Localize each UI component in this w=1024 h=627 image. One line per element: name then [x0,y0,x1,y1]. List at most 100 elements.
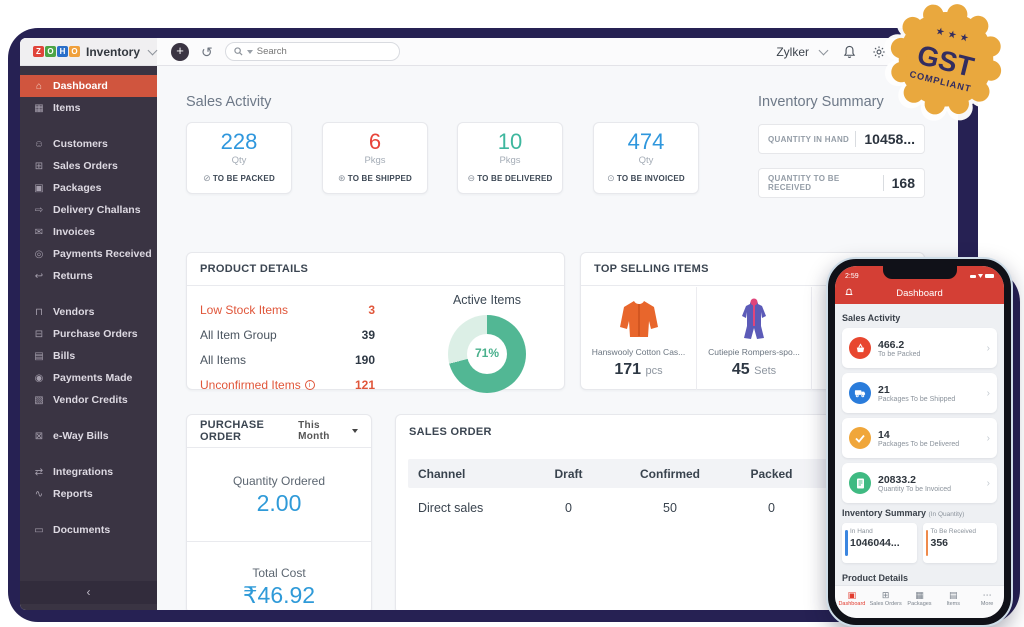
all-items-row[interactable]: All Items190 [200,347,375,372]
sidebar-item-reports[interactable]: ∿Reports [20,483,157,505]
dashboard-tab-icon: ▣ [835,590,869,600]
sidebar-item-purchase-orders[interactable]: ⊟Purchase Orders [20,323,157,345]
donut-percent-label: 71% [448,346,526,360]
gst-compliant-badge: ★ ★ ★ GST COMPLIANT [878,0,1014,126]
top-selling-item[interactable]: Cutiepie Rompers-spo... 45 Sets [696,287,811,390]
sidebar-collapse-button[interactable]: ‹ [20,581,157,604]
bell-icon[interactable] [843,45,856,59]
phone-card-to-be-invoiced[interactable]: 20833.2Quantity To be Invoiced › [842,463,997,503]
chevron-right-icon: › [987,343,990,354]
documents-icon: ▭ [33,525,45,536]
eway-bills-icon: ⊠ [33,431,45,442]
battery-icon [985,274,994,278]
total-cost-value: ₹46.92 [187,582,371,609]
phone-card-to-be-delivered[interactable]: 14Packages To be Delivered › [842,418,997,458]
top-selling-title: TOP SELLING ITEMS [594,263,709,275]
sidebar-item-vendors[interactable]: ⊓Vendors [20,301,157,323]
inventory-summary-title: Inventory Summary [758,94,884,110]
card-to-be-invoiced[interactable]: 474 Qty ⊙TO BE INVOICED [593,122,699,194]
phone-tab-bar: ▣Dashboard ⊞Sales Orders ▦Packages ▤Item… [835,585,1004,618]
romper-product-image [697,293,811,345]
sidebar-item-vendor-credits[interactable]: ▧Vendor Credits [20,389,157,411]
sidebar-item-returns[interactable]: ↩Returns [20,265,157,287]
org-switcher[interactable]: Zylker [776,45,827,59]
phone-inventory-summary-title: Inventory Summary [842,508,926,518]
invoice-icon: ✉ [33,227,45,238]
vendors-icon: ⊓ [33,307,45,318]
sidebar-item-dashboard[interactable]: ⌂Dashboard [20,75,157,97]
active-items-chart: Active Items 71% [432,293,542,393]
cart-icon: ⊞ [33,161,45,172]
sidebar-item-sales-orders[interactable]: ⊞Sales Orders [20,155,157,177]
chevron-down-icon[interactable] [148,45,158,55]
payments-received-icon: ◎ [33,249,45,260]
phone-card-to-be-shipped[interactable]: 21Packages To be Shipped › [842,373,997,413]
phone-bell-icon[interactable] [845,288,853,299]
org-chevron-down-icon [819,45,829,55]
sidebar-item-invoices[interactable]: ✉Invoices [20,221,157,243]
customers-icon: ☺ [33,139,45,150]
chevron-right-icon: › [987,388,990,399]
quantity-ordered-block: Quantity Ordered 2.00 [187,448,371,541]
purchase-order-filter[interactable]: This Month [298,420,358,442]
home-icon: ⌂ [33,81,45,92]
total-cost-block: Total Cost ₹46.92 [187,542,371,610]
card-to-be-shipped[interactable]: 6 Pkgs ⊛TO BE SHIPPED [322,122,428,194]
quick-create-button[interactable]: + [171,43,189,61]
bills-icon: ▤ [33,351,45,362]
history-icon[interactable]: ↺ [201,43,213,61]
sidebar-item-payments-received[interactable]: ◎Payments Received [20,243,157,265]
product-details-title: PRODUCT DETAILS [187,253,564,286]
unconfirmed-items-row[interactable]: Unconfirmed Itemsi121 [200,372,375,397]
search-input[interactable] [257,46,391,57]
phone-tab-packages[interactable]: ▦Packages [903,586,937,618]
sales-orders-tab-icon: ⊞ [869,590,903,600]
vendor-credits-icon: ▧ [33,395,45,406]
shipped-status-icon: ⊛ [338,173,346,183]
phone-tab-sales-orders[interactable]: ⊞Sales Orders [869,586,903,618]
mobile-app-mockup: 2:59 Dashboard Sales Activity [826,257,1013,627]
card-to-be-delivered[interactable]: 10 Pkgs ⊖TO BE DELIVERED [457,122,563,194]
sidebar-item-payments-made[interactable]: ◉Payments Made [20,367,157,389]
info-icon[interactable]: i [305,380,315,390]
app-logo[interactable]: Z O H O Inventory [20,38,157,65]
top-selling-item[interactable]: Hanswooly Cotton Cas... 171 pcs [581,287,696,390]
phone-tab-dashboard[interactable]: ▣Dashboard [835,586,869,618]
sidebar-item-integrations[interactable]: ⇄Integrations [20,461,157,483]
sidebar-item-customers[interactable]: ☺Customers [20,133,157,155]
phone-tab-more[interactable]: ⋯More [970,586,1004,618]
package-icon: ▣ [33,183,45,194]
chevron-right-icon: › [987,433,990,444]
sidebar: ⌂Dashboard ▦Items ☺Customers ⊞Sales Orde… [20,66,157,610]
phone-in-hand-box[interactable]: In Hand 1046044... [842,523,917,563]
truck-icon [849,382,871,404]
quantity-to-be-received-value: 168 [883,175,915,191]
sidebar-item-documents[interactable]: ▭Documents [20,519,157,541]
low-stock-items-row[interactable]: Low Stock Items3 [200,297,375,322]
sidebar-item-packages[interactable]: ▣Packages [20,177,157,199]
sidebar-item-items[interactable]: ▦Items [20,97,157,119]
sidebar-item-delivery-challans[interactable]: ⇨Delivery Challans [20,199,157,221]
quantity-in-hand-box: QUANTITY IN HAND 10458... [758,124,925,154]
returns-icon: ↩ [33,271,45,282]
packages-tab-icon: ▦ [903,590,937,600]
signal-icon [970,275,976,278]
integrations-icon: ⇄ [33,467,45,478]
reports-icon: ∿ [33,489,45,500]
delivered-status-icon: ⊖ [467,173,475,183]
phone-notch [883,266,957,279]
all-item-group-row[interactable]: All Item Group39 [200,322,375,347]
search-icon [234,47,243,56]
items-icon: ▦ [33,103,45,114]
sidebar-item-bills[interactable]: ▤Bills [20,345,157,367]
sidebar-item-eway-bills[interactable]: ⊠e-Way Bills [20,425,157,447]
purchase-orders-icon: ⊟ [33,329,45,340]
search-box[interactable] [225,42,400,61]
phone-tab-items[interactable]: ▤Items [936,586,970,618]
card-to-be-packed[interactable]: 228 Qty ⊘TO BE PACKED [186,122,292,194]
phone-card-to-be-packed[interactable]: 466.2To be Packed › [842,328,997,368]
phone-to-be-received-box[interactable]: To Be Received 356 [923,523,998,563]
product-details-card: PRODUCT DETAILS Low Stock Items3 All Ite… [186,252,565,390]
check-icon [849,427,871,449]
search-scope-caret-icon[interactable] [247,50,253,54]
